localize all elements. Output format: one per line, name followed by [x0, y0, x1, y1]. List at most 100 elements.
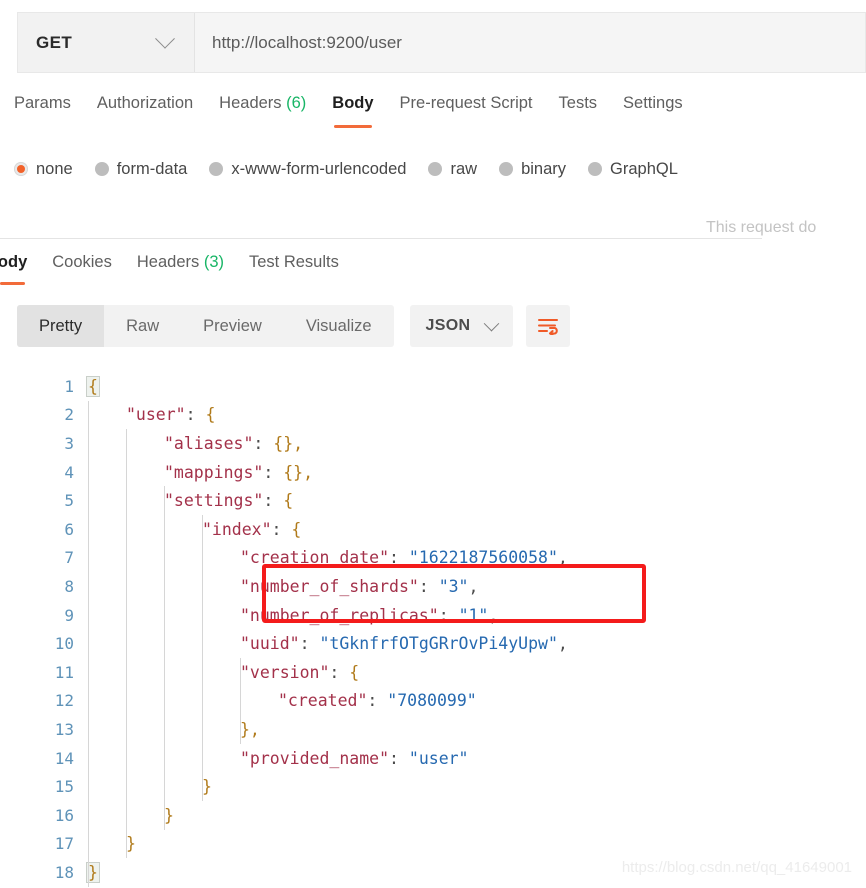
code-line-text: "version": {: [74, 663, 866, 682]
code-line-text: "provided_name": "user": [74, 749, 866, 768]
code-token: "index": [202, 519, 272, 539]
body-type-radio-raw[interactable]: raw: [428, 160, 477, 179]
response-view-toolbar: Pretty Raw Preview Visualize JSON: [17, 305, 571, 347]
code-token: :: [329, 662, 350, 682]
code-token: "number_of_replicas": [240, 605, 439, 625]
code-line: 4 "mappings": {},: [0, 458, 866, 487]
response-view-preview[interactable]: Preview: [181, 305, 284, 347]
body-type-radio-form-data[interactable]: form-data: [94, 159, 188, 179]
code-line-text: "mappings": {},: [74, 463, 866, 482]
code-line: 1{: [0, 372, 866, 401]
response-tab-test-results[interactable]: Test Results: [249, 253, 339, 283]
request-tab-label: Tests: [558, 94, 598, 112]
response-tab-body[interactable]: Body: [0, 253, 27, 285]
response-format-label: JSON: [425, 317, 471, 334]
line-number: 10: [54, 634, 74, 654]
code-token: ,: [488, 605, 499, 625]
code-line-text: "created": "7080099": [74, 691, 866, 710]
code-line: 6 "index": {: [0, 515, 866, 544]
code-token: ,: [557, 548, 568, 568]
code-token: "creation_date": [240, 548, 390, 568]
code-token: {},: [273, 433, 304, 453]
http-method-selector[interactable]: GET: [18, 13, 195, 72]
code-token: :: [389, 748, 409, 768]
code-token: "1": [458, 605, 489, 625]
code-token: :: [389, 548, 409, 568]
request-tab-body[interactable]: Body: [332, 92, 374, 128]
request-tab-tests[interactable]: Tests: [559, 92, 598, 125]
request-tab-count: (6): [281, 94, 307, 112]
code-line-text: }: [74, 834, 866, 853]
code-line: 2 "user": {: [0, 401, 866, 430]
body-type-radio-label: binary: [521, 159, 567, 178]
chevron-down-icon: [155, 28, 175, 49]
body-type-radio-label: none: [36, 159, 73, 178]
code-token: "version": [240, 662, 330, 682]
code-token: "tGknfrfOTgGRrOvPi4yUpw": [319, 634, 558, 654]
response-view-label: Pretty: [39, 316, 83, 335]
response-body-code[interactable]: 1{2 "user": {3 "aliases": {}, 4 "mappings": …: [0, 372, 866, 888]
request-note-text: This request do: [706, 219, 817, 236]
code-line-text: "number_of_shards": "3",: [74, 577, 866, 596]
wrap-lines-button[interactable]: [526, 305, 571, 347]
response-view-pretty[interactable]: Pretty: [17, 305, 105, 347]
code-line-text: }: [74, 806, 866, 825]
request-tab-bar: Params Authorization Headers (6) Body Pre-re…: [0, 92, 866, 136]
response-view-visualize[interactable]: Visualize: [284, 305, 394, 347]
code-token: "user": [408, 748, 469, 768]
body-type-radio-label: raw: [450, 159, 478, 178]
request-tab-headers[interactable]: Headers (6): [219, 92, 306, 125]
code-token: {: [87, 376, 99, 396]
code-line: 15}: [0, 772, 866, 801]
request-tab-authorization[interactable]: Authorization: [97, 92, 193, 125]
chevron-down-icon: [484, 315, 500, 331]
code-line-text: "creation_date": "1622187560058",: [74, 548, 866, 567]
line-number: 5: [64, 491, 74, 511]
response-tab-headers[interactable]: Headers (3): [137, 253, 224, 283]
line-number: 18: [54, 862, 74, 882]
response-format-selector[interactable]: JSON: [409, 305, 514, 347]
url-input[interactable]: http://localhost:9200/user: [195, 13, 865, 72]
code-token: "provided_name": [240, 748, 390, 768]
code-line-text: "number_of_replicas": "1",: [74, 606, 866, 625]
code-token: "created": [278, 691, 368, 711]
line-number: 4: [64, 462, 74, 482]
code-line-text: "settings": {: [74, 491, 866, 510]
radio-icon: [14, 162, 28, 176]
line-number: 1: [64, 376, 74, 396]
code-token: "number_of_shards": [240, 576, 419, 596]
line-number: 11: [54, 662, 74, 682]
request-tab-settings[interactable]: Settings: [623, 92, 683, 125]
code-line-text: "user": {: [74, 405, 866, 424]
code-token: :: [271, 519, 292, 539]
body-type-radio-x-www-form-urlencoded[interactable]: x-www-form-urlencoded: [209, 160, 406, 179]
code-line: 13},: [0, 715, 866, 744]
indent-guide: [88, 400, 89, 887]
radio-icon: [588, 162, 603, 176]
code-line: 5 "settings": {: [0, 486, 866, 515]
response-view-raw[interactable]: Raw: [104, 305, 181, 347]
request-tab-pre-request-script[interactable]: Pre-request Script: [400, 92, 533, 125]
response-view-label: Visualize: [305, 316, 372, 335]
section-divider: [0, 238, 762, 239]
code-token: :: [438, 605, 459, 625]
body-type-radio-GraphQL[interactable]: GraphQL: [588, 160, 678, 179]
code-token: {},: [283, 462, 314, 482]
body-type-radio-none[interactable]: none: [14, 160, 73, 179]
code-token: "7080099": [387, 691, 477, 711]
request-tab-params[interactable]: Params: [14, 92, 71, 125]
response-tab-cookies[interactable]: Cookies: [52, 253, 112, 283]
request-tab-label: Params: [14, 94, 71, 112]
request-tab-label: Headers: [219, 94, 282, 112]
code-line: 7 "creation_date": "1622187560058",: [0, 544, 866, 573]
indent-guide: [164, 486, 165, 830]
line-number: 2: [64, 405, 74, 425]
line-number: 13: [54, 719, 74, 739]
code-line-text: {: [74, 376, 866, 396]
line-number: 16: [54, 805, 74, 825]
line-number: 17: [54, 834, 74, 854]
body-type-radio-label: form-data: [116, 159, 188, 178]
code-line-text: }: [74, 777, 866, 796]
code-token: :: [185, 405, 206, 425]
body-type-radio-binary[interactable]: binary: [499, 160, 566, 179]
